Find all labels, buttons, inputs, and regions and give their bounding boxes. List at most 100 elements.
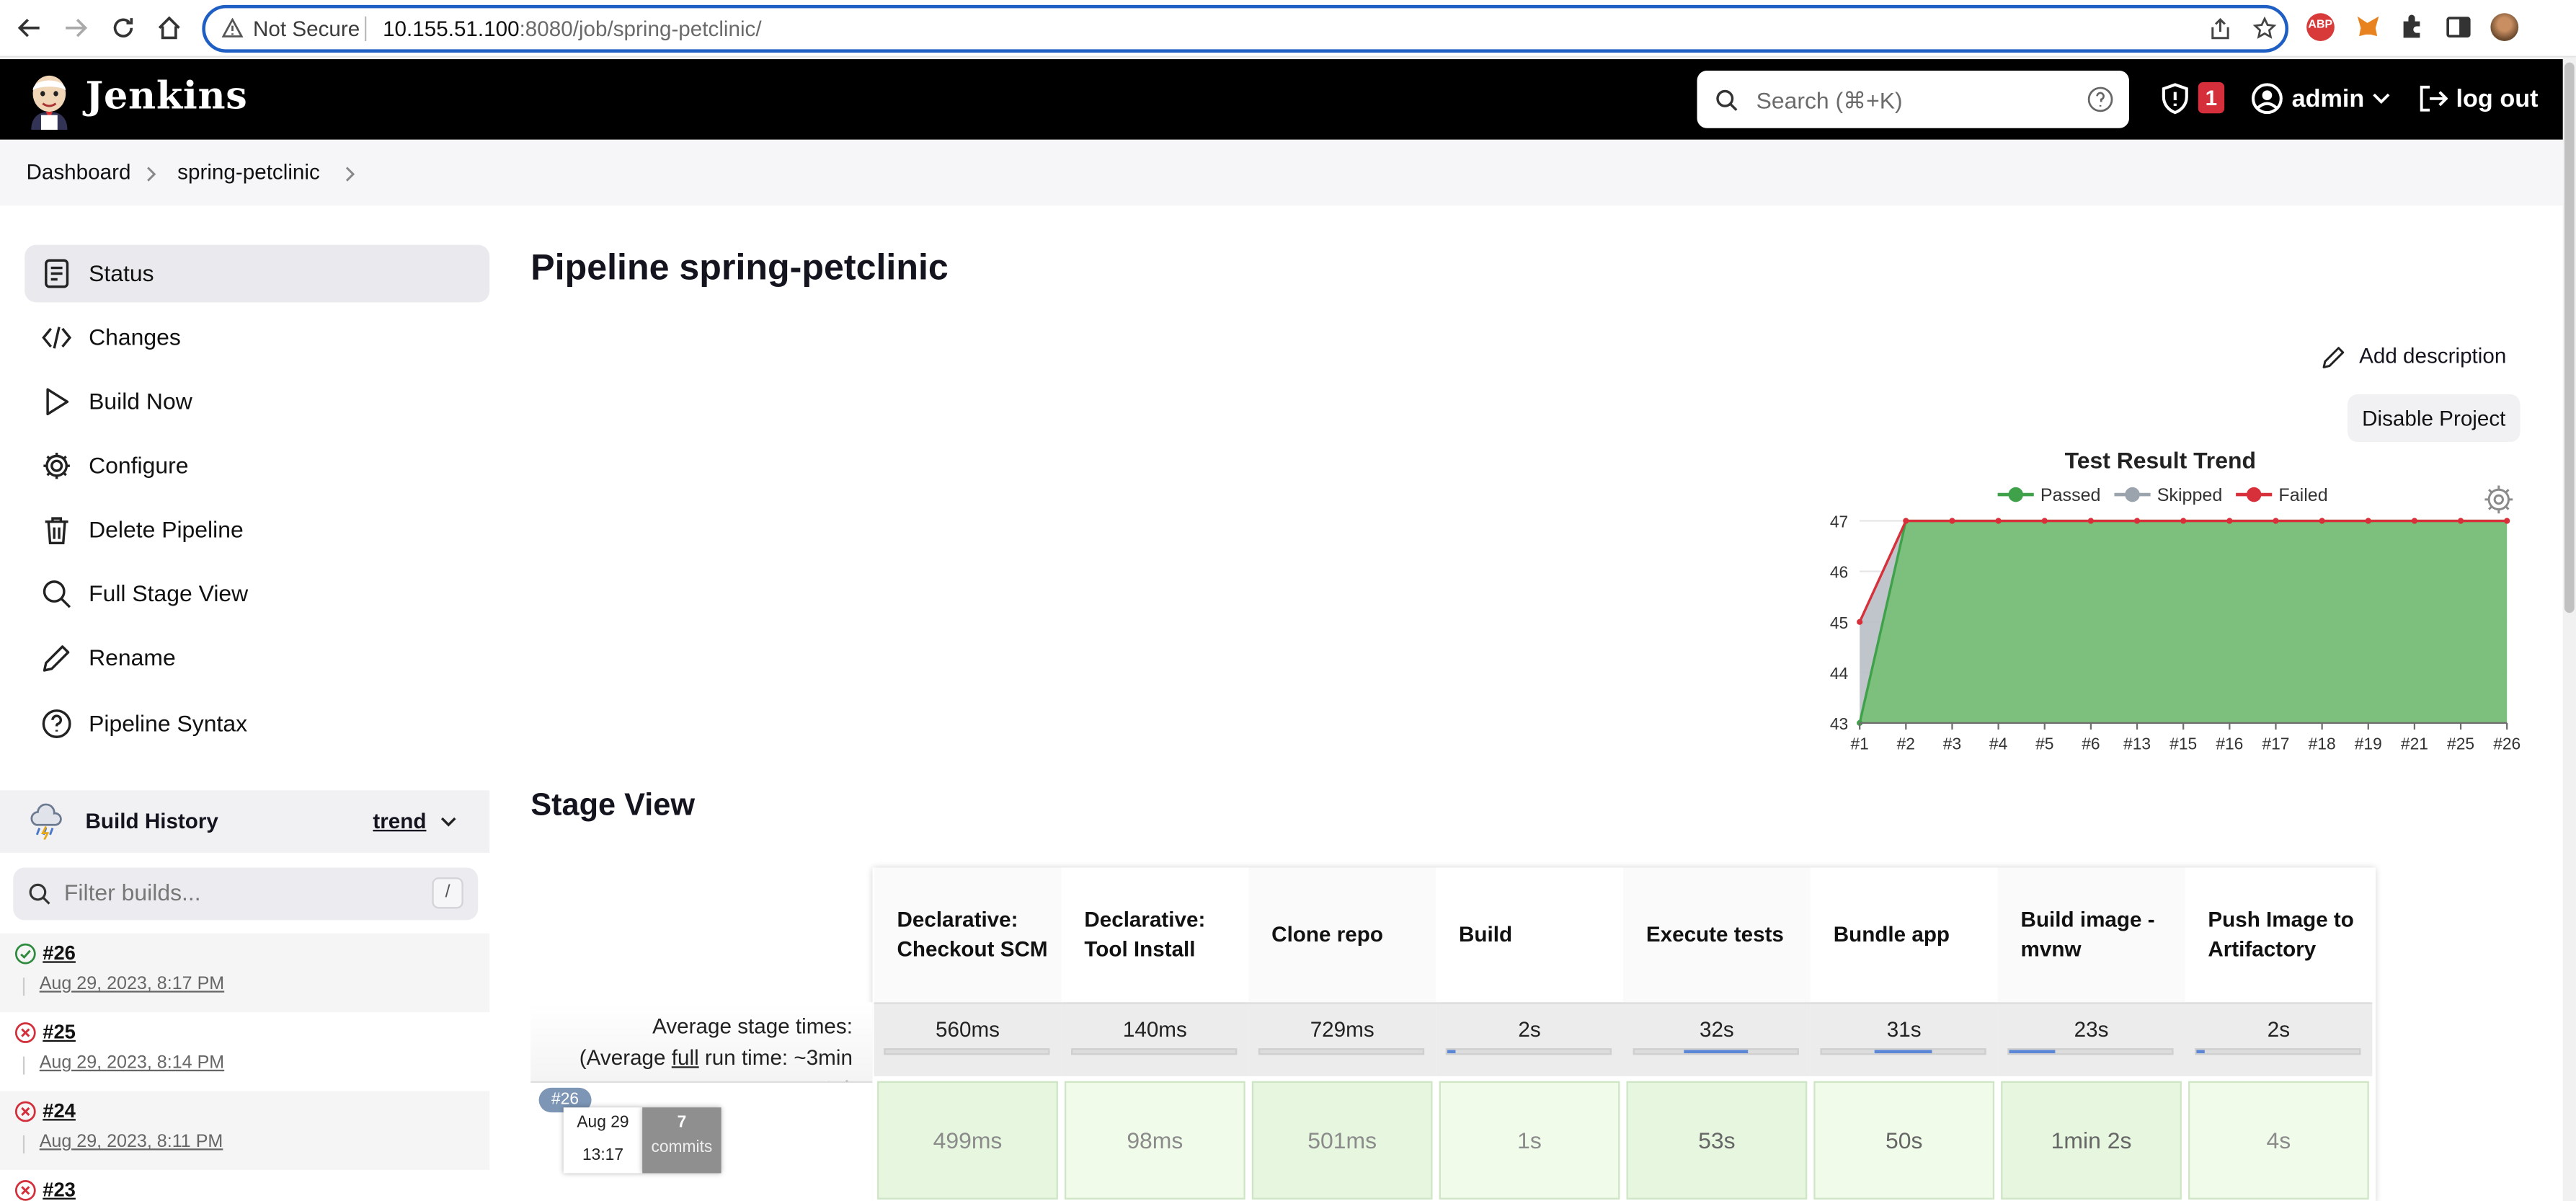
page-scrollbar[interactable] xyxy=(2562,57,2576,1201)
reload-icon[interactable] xyxy=(107,12,140,45)
logout-icon[interactable] xyxy=(2418,84,2448,113)
jenkins-logo-text[interactable]: Jenkins xyxy=(86,74,248,119)
profile-avatar[interactable] xyxy=(2490,13,2519,41)
security-alert-button[interactable]: 1 xyxy=(2159,81,2231,117)
y-tick-label: 45 xyxy=(1830,613,1848,632)
breadcrumb-job[interactable]: spring-petclinic xyxy=(177,159,320,184)
breadcrumb-dashboard[interactable]: Dashboard xyxy=(26,159,130,184)
sidebar-item-rename[interactable]: Rename xyxy=(25,629,489,687)
x-tick-label: #18 xyxy=(2309,734,2336,753)
bookmark-star-icon[interactable] xyxy=(2252,16,2277,41)
data-point xyxy=(2457,518,2464,524)
stage-run-cell[interactable]: 501ms xyxy=(1251,1081,1433,1200)
build-date-link[interactable]: Aug 29, 2023, 8:17 PM xyxy=(40,975,224,994)
status-icon xyxy=(45,259,69,288)
data-point xyxy=(2319,518,2325,524)
stage-run-cell[interactable]: 50s xyxy=(1813,1081,1995,1200)
x-tick-label: #15 xyxy=(2169,734,2197,753)
legend-failed[interactable]: Failed xyxy=(2236,485,2328,505)
build-row[interactable]: #24 Aug 29, 2023, 8:11 PM xyxy=(0,1091,490,1170)
run-time: 13:17 xyxy=(582,1146,624,1166)
stage-run-cell[interactable]: 1s xyxy=(1439,1081,1620,1200)
sidebar-item-build-now[interactable]: Build Now xyxy=(25,373,489,430)
address-bar[interactable]: Not Secure 10.155.51.100:8080/job/spring… xyxy=(202,4,2289,53)
build-number-link[interactable]: #24 xyxy=(43,1099,76,1122)
sidebar-item-label: Status xyxy=(89,260,154,286)
stage-run-cell[interactable]: 53s xyxy=(1626,1081,1808,1200)
trend-link[interactable]: trend xyxy=(373,808,426,833)
legend-label: Failed xyxy=(2278,485,2327,505)
data-point xyxy=(2133,518,2141,524)
data-point xyxy=(2087,518,2095,524)
stage-header: Execute tests xyxy=(1622,867,1811,1003)
sidepanel-icon[interactable] xyxy=(2445,13,2473,41)
legend-passed[interactable]: Passed xyxy=(1997,485,2101,505)
build-date-link[interactable]: Aug 29, 2023, 8:14 PM xyxy=(40,1053,224,1073)
disable-project-button[interactable]: Disable Project xyxy=(2348,394,2521,443)
search-box[interactable] xyxy=(1697,71,2129,128)
run-date: Aug 29 xyxy=(577,1114,629,1133)
build-number-link[interactable]: #23 xyxy=(43,1178,76,1201)
logout-link[interactable]: log out xyxy=(2456,86,2539,114)
full-link[interactable]: full xyxy=(672,1045,699,1070)
x-tick-label: #16 xyxy=(2216,734,2243,753)
stage-run-cell[interactable]: 98ms xyxy=(1064,1081,1245,1200)
failed-x-icon xyxy=(14,1101,36,1122)
share-icon[interactable] xyxy=(2208,17,2232,41)
build-number-link[interactable]: #26 xyxy=(43,941,76,965)
filter-builds-box[interactable]: / xyxy=(13,867,479,921)
stage-run-cell[interactable]: 499ms xyxy=(877,1081,1058,1200)
back-icon[interactable] xyxy=(13,12,46,45)
extensions-puzzle-icon[interactable] xyxy=(2399,13,2427,41)
stage-view-title: Stage View xyxy=(530,789,696,823)
run-commits-box[interactable]: 7 commits xyxy=(642,1107,721,1174)
sidebar-item-full-stage-view[interactable]: Full Stage View xyxy=(25,565,489,623)
avg-run-time-label: (Average full run time: ~3min xyxy=(579,1045,853,1070)
user-menu[interactable]: admin xyxy=(2292,86,2365,114)
commits-count: 7 xyxy=(677,1114,687,1133)
jenkins-logo-icon[interactable] xyxy=(26,71,72,130)
x-tick-label: #5 xyxy=(2035,734,2053,753)
build-row[interactable]: #23 xyxy=(0,1170,489,1201)
data-point xyxy=(1995,518,2002,524)
browser-toolbar: Not Secure 10.155.51.100:8080/job/spring… xyxy=(0,0,2576,58)
metamask-fox-icon[interactable] xyxy=(2354,13,2382,41)
stage-header: Clone repo xyxy=(1248,867,1436,1003)
chart-settings-icon[interactable] xyxy=(2484,485,2513,514)
forward-icon[interactable] xyxy=(59,12,92,45)
stage-header: Bundle app xyxy=(1810,867,1998,1003)
sidebar-item-configure[interactable]: Configure xyxy=(25,437,489,495)
timeline-bar xyxy=(22,1135,25,1154)
user-icon[interactable] xyxy=(2251,82,2284,115)
gear-icon xyxy=(43,452,70,479)
sidebar-item-pipeline-syntax[interactable]: Pipeline Syntax xyxy=(25,695,489,753)
build-date-link[interactable]: Aug 29, 2023, 8:11 PM xyxy=(40,1132,223,1151)
chevron-down-icon[interactable] xyxy=(440,817,457,828)
legend-skipped[interactable]: Skipped xyxy=(2114,485,2222,505)
data-point xyxy=(2365,518,2371,524)
build-row[interactable]: #26 Aug 29, 2023, 8:17 PM xyxy=(0,933,490,1013)
x-tick-label: #2 xyxy=(1897,734,1915,753)
data-point xyxy=(2504,518,2510,524)
build-row[interactable]: #25 Aug 29, 2023, 8:14 PM xyxy=(0,1012,489,1091)
stage-run-cell[interactable]: 1min 2s xyxy=(2001,1081,2182,1200)
build-number-link[interactable]: #25 xyxy=(43,1020,76,1043)
stage-run-cell[interactable]: 4s xyxy=(2188,1081,2369,1200)
chart-y-axis: 47 46 45 44 43 xyxy=(1830,513,1848,733)
filter-builds-input[interactable] xyxy=(63,879,426,905)
sidebar-item-changes[interactable]: Changes xyxy=(25,309,489,367)
sidebar-item-delete-pipeline[interactable]: Delete Pipeline xyxy=(25,501,489,559)
search-input[interactable] xyxy=(1756,84,2069,117)
help-icon xyxy=(42,709,71,738)
chevron-down-icon[interactable] xyxy=(2372,92,2390,105)
adblock-icon[interactable]: ABP xyxy=(2306,13,2335,41)
home-icon[interactable] xyxy=(153,12,186,45)
x-tick-label: #26 xyxy=(2493,734,2521,753)
chart-plot-area xyxy=(1857,518,2510,726)
sidebar-item-label: Pipeline Syntax xyxy=(89,709,248,737)
sidebar-item-status[interactable]: Status xyxy=(25,244,490,303)
chevron-right-icon[interactable] xyxy=(345,166,357,182)
help-icon[interactable] xyxy=(2087,86,2115,114)
stage-header: Declarative: Tool Install xyxy=(1061,867,1249,1003)
timeline-bar xyxy=(22,1056,25,1075)
